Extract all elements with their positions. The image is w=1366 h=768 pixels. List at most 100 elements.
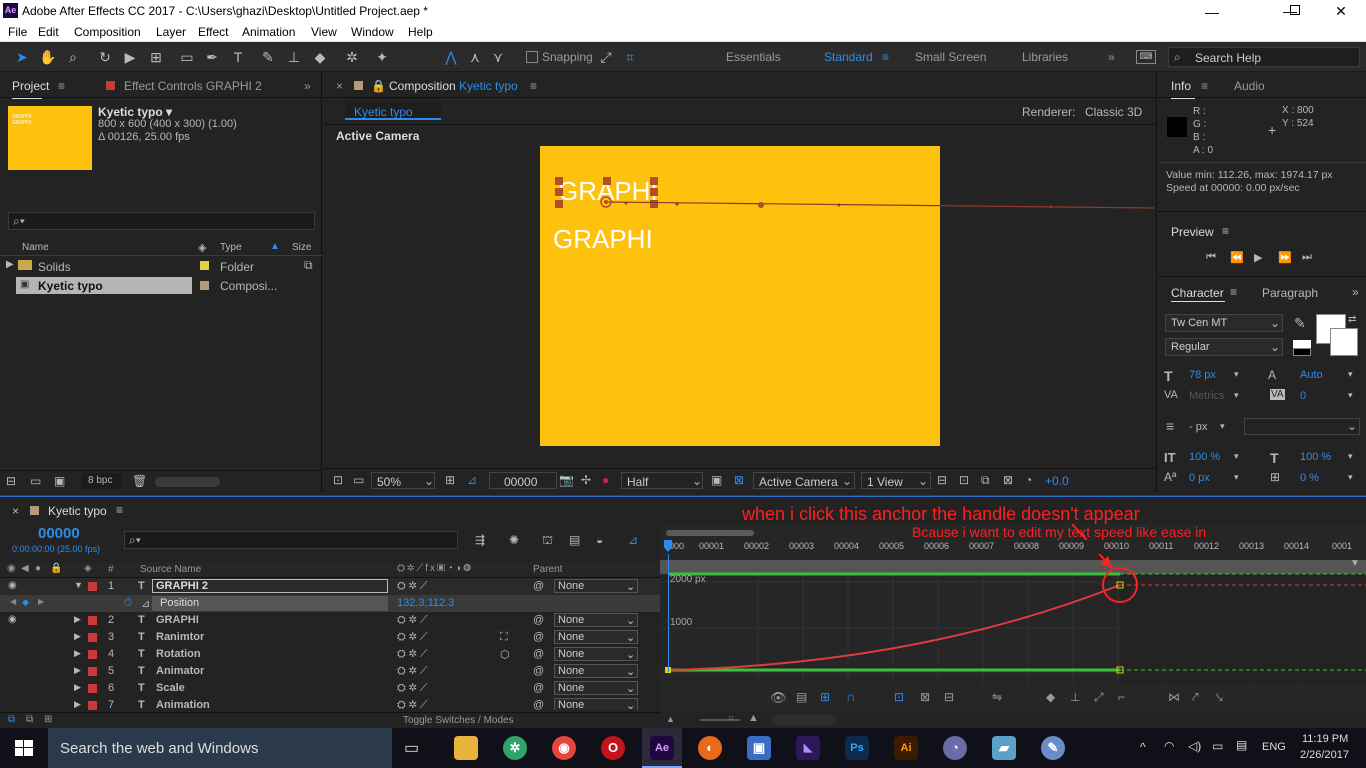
layer-row-6[interactable]: ▶ 6 T Scale ⛭✲⟋ @ None ⌄ [0, 680, 660, 697]
easy-ease-in-icon[interactable]: ⤤ [1192, 690, 1199, 705]
chevron-down-icon[interactable]: ▾ [1348, 451, 1353, 462]
timeline-tab[interactable]: Kyetic typo [48, 504, 107, 518]
default-fill-icon[interactable] [1293, 340, 1311, 348]
parent-dropdown[interactable]: None ⌄ [554, 681, 638, 695]
graph-icon[interactable]: ⊿ [141, 597, 150, 610]
eraser-tool-icon[interactable]: ◆ [310, 47, 330, 67]
comp-panel-menu-icon[interactable]: ≡ [530, 79, 537, 93]
chevron-down-icon[interactable]: ▾ [1348, 369, 1353, 380]
stopwatch-icon[interactable]: ⏱ [124, 597, 133, 610]
timeline-scrollbar[interactable] [772, 715, 836, 725]
tab-info[interactable]: Info [1171, 79, 1191, 93]
workspace-menu-icon[interactable]: ≡ [882, 50, 889, 64]
layer-switches[interactable]: ⛭✲⟋ [397, 682, 430, 695]
start-button[interactable] [0, 728, 48, 768]
chevron-down-icon[interactable]: ▾ [1234, 390, 1239, 401]
premiere-icon[interactable]: ◣ [796, 736, 820, 760]
minimize-button[interactable]: — [1205, 4, 1235, 20]
zoom-out-icon[interactable]: ▲ [666, 714, 675, 724]
reset-exposure-icon[interactable]: ⊠ [1003, 473, 1013, 487]
lock-switch-icon[interactable]: 🔒 [50, 563, 62, 574]
pickwhip-icon[interactable]: @ [533, 580, 544, 592]
label-tag-icon[interactable]: ◈ [198, 241, 206, 254]
expand-arrow-icon[interactable]: ▶ [74, 631, 81, 642]
in-out-toggle-icon[interactable]: ⊞ [44, 714, 52, 725]
layer-switches[interactable]: ⛭✲⟋ [397, 665, 430, 678]
menu-view[interactable]: View [311, 25, 337, 39]
channel-icon[interactable]: ● [602, 473, 609, 487]
comp-subtab[interactable]: Kyetic typo [345, 102, 441, 120]
hand-tool-icon[interactable]: ✋ [38, 47, 58, 67]
layer-row-2[interactable]: ◉ ▶ 2 T GRAPHI ⛭✲⟋ @ None ⌄ [0, 612, 660, 629]
chevron-down-icon[interactable]: ▾ [1234, 472, 1239, 483]
illustrator-icon[interactable]: Ai [894, 736, 918, 760]
snap-option-icon[interactable]: ⤢ [596, 47, 616, 67]
zoom-in-icon[interactable]: ▲ [748, 712, 759, 724]
store-icon[interactable]: ▣ [747, 736, 771, 760]
layer-label-color[interactable] [88, 684, 97, 693]
keyframe-icon[interactable]: ◆ [22, 597, 29, 608]
camera-tool-icon[interactable]: ▶ [120, 47, 140, 67]
next-frame-icon[interactable]: ⏩ [1278, 251, 1292, 264]
sort-asc-icon[interactable]: ▲ [270, 241, 280, 252]
timeline-menu-icon[interactable]: ≡ [116, 503, 123, 517]
col-type[interactable]: Type [220, 242, 242, 253]
workspace-overflow-icon[interactable]: » [1108, 50, 1115, 64]
volume-icon[interactable]: ◁) [1188, 739, 1201, 753]
pickwhip-icon[interactable]: @ [533, 648, 544, 660]
zoom-tool-icon[interactable]: ⌕ [63, 47, 83, 67]
edit-keyframes-icon[interactable]: ⇋ [992, 690, 1002, 704]
flowchart-icon[interactable]: ⧉ [304, 258, 313, 273]
lock-icon[interactable]: 🔒 [371, 79, 386, 93]
rectangle-tool-icon[interactable]: ▭ [177, 47, 197, 67]
menu-help[interactable]: Help [408, 25, 433, 39]
parent-dropdown[interactable]: None ⌄ [554, 647, 638, 661]
label-column-icon[interactable]: ◈ [84, 563, 92, 574]
menu-animation[interactable]: Animation [242, 25, 295, 39]
current-time-field[interactable]: 00000 [489, 472, 557, 489]
parent-dropdown[interactable]: None ⌄ [554, 664, 638, 678]
workspace-libraries[interactable]: Libraries [1022, 50, 1068, 64]
display-icon[interactable]: ▭ [353, 473, 364, 487]
parent-dropdown[interactable]: None ⌄ [554, 698, 638, 710]
baseline-shift-value[interactable]: 0 px [1189, 472, 1210, 484]
menu-window[interactable]: Window [351, 25, 394, 39]
swap-colors-icon[interactable]: ⇄ [1348, 314, 1356, 325]
layer-label-color[interactable] [88, 701, 97, 710]
close-tab-icon[interactable]: × [336, 79, 343, 93]
project-search-input[interactable]: ⌕▾ [8, 212, 315, 230]
tab-paragraph[interactable]: Paragraph [1262, 286, 1318, 300]
expand-arrow-icon[interactable]: ▶ [74, 614, 81, 625]
play-icon[interactable]: ▶ [1254, 251, 1262, 264]
draft-3d-icon[interactable]: ✺ [509, 533, 519, 547]
pen-tool-icon[interactable]: ✒ [202, 47, 222, 67]
workspace-essentials[interactable]: Essentials [726, 50, 781, 64]
expand-arrow-icon[interactable]: ▶ [74, 648, 81, 659]
tab-character[interactable]: Character [1171, 286, 1224, 300]
font-size-value[interactable]: 78 px [1189, 369, 1216, 381]
easy-ease-icon[interactable]: ⋈ [1168, 690, 1180, 704]
tab-effect-controls[interactable]: Effect Controls GRAPHI 2 [124, 79, 262, 93]
snapping-checkbox[interactable] [526, 51, 538, 63]
toggle-timeline-icon[interactable]: ⊡ [959, 473, 969, 487]
local-axis-icon[interactable]: ⋀ [441, 47, 461, 67]
new-comp-icon[interactable]: ▣ [54, 474, 65, 488]
pickwhip-icon[interactable]: @ [533, 699, 544, 710]
eye-icon[interactable]: ◉ [8, 580, 17, 591]
transfer-controls-toggle-icon[interactable]: ⧉ [26, 714, 33, 725]
menu-layer[interactable]: Layer [156, 25, 186, 39]
item-label-color[interactable] [200, 261, 209, 270]
app-icon-3[interactable]: ▰ [992, 736, 1016, 760]
menu-composition[interactable]: Composition [74, 25, 141, 39]
snap-target-icon[interactable]: ⌗ [620, 47, 640, 67]
zoom-dropdown[interactable]: 50% ⌄ [371, 472, 435, 489]
task-view-icon[interactable]: ▭ [404, 738, 419, 758]
first-frame-icon[interactable]: ⏮ [1206, 251, 1216, 264]
last-frame-icon[interactable]: ⏭ [1302, 251, 1312, 264]
maximize-icon[interactable] [1290, 5, 1300, 15]
flowchart-view-icon[interactable]: ⧉ [981, 473, 990, 488]
tab-composition-name[interactable]: Kyetic typo [459, 79, 518, 93]
font-style-dropdown[interactable]: Regular ⌄ [1165, 338, 1283, 356]
info-menu-icon[interactable]: ≡ [1201, 79, 1208, 93]
hold-keyframe-icon[interactable]: ◆ [1046, 690, 1055, 704]
